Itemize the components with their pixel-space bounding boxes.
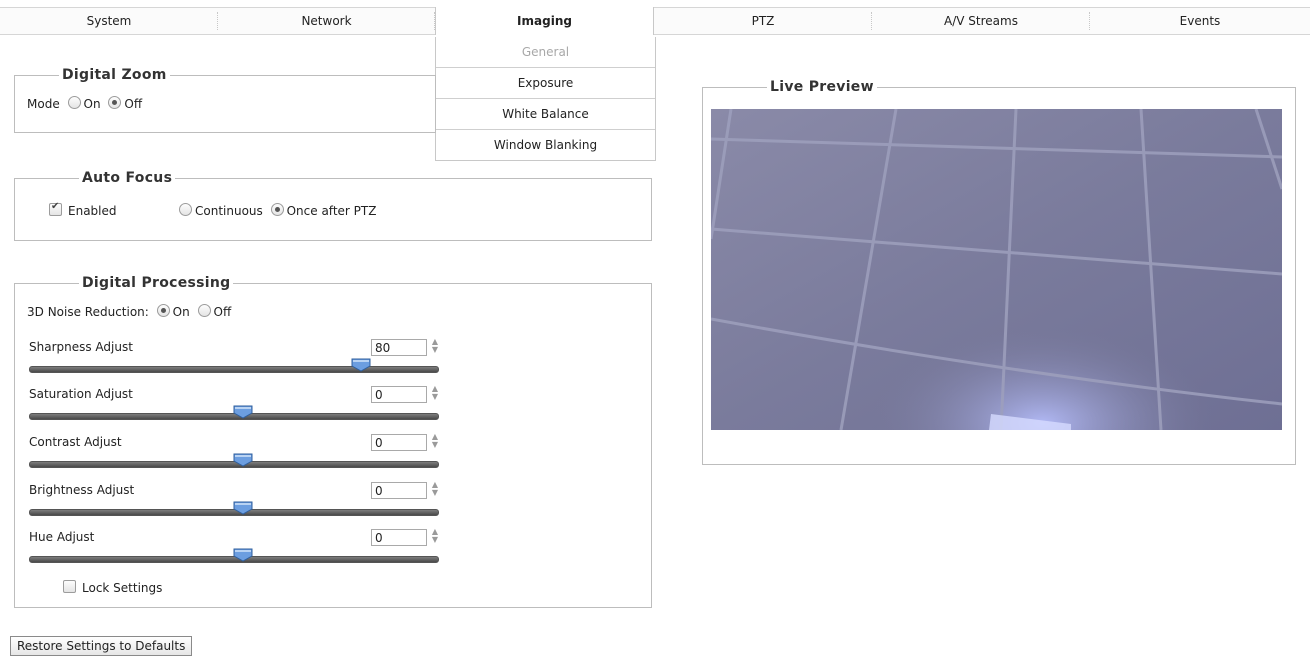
nr-off-radio[interactable]	[197, 304, 211, 317]
submenu-item-exposure[interactable]: Exposure	[436, 68, 655, 99]
hue-label: Hue Adjust	[29, 530, 95, 544]
tab-label: PTZ	[751, 14, 775, 28]
up-down-arrows-icon[interactable]: ▲ ▼	[430, 528, 440, 546]
tab-label: Events	[1179, 14, 1221, 28]
zoom-on-label: On	[83, 97, 101, 111]
digital-zoom-legend: Digital Zoom	[59, 67, 170, 83]
lock-settings-label: Lock Settings	[82, 581, 163, 595]
tab-network[interactable]: Network	[218, 8, 435, 34]
af-enabled-label: Enabled	[68, 204, 117, 218]
tab-av-streams[interactable]: A/V Streams	[872, 8, 1090, 34]
af-once-label: Once after PTZ	[286, 204, 377, 218]
noise-reduction-row: 3D Noise Reduction: On Off	[27, 304, 231, 319]
zoom-off-label: Off	[124, 97, 143, 111]
lock-settings-checkbox[interactable]	[63, 580, 76, 593]
main-tab-bar: System Network Imaging PTZ A/V Streams E…	[0, 7, 1310, 35]
up-down-arrows-icon[interactable]: ▲ ▼	[430, 385, 440, 403]
submenu-item-window-blanking[interactable]: Window Blanking	[436, 130, 655, 160]
mode-label: Mode	[27, 97, 60, 111]
nr-off-label: Off	[213, 305, 232, 319]
sharpness-slider-handle[interactable]	[351, 358, 371, 372]
tab-events[interactable]: Events	[1090, 8, 1310, 34]
sharpness-label: Sharpness Adjust	[29, 340, 133, 354]
up-down-arrows-icon[interactable]: ▲ ▼	[430, 481, 440, 499]
brightness-label: Brightness Adjust	[29, 483, 135, 497]
tab-label: System	[86, 14, 132, 28]
contrast-input[interactable]: 0	[371, 434, 427, 451]
imaging-submenu: General Exposure White Balance Window Bl…	[435, 37, 656, 161]
saturation-input[interactable]: 0	[371, 386, 427, 403]
nr-on-label: On	[172, 305, 190, 319]
submenu-item-white-balance[interactable]: White Balance	[436, 99, 655, 130]
digital-processing-legend: Digital Processing	[79, 275, 234, 291]
sharpness-slider-track[interactable]	[29, 366, 439, 373]
tab-ptz[interactable]: PTZ	[654, 8, 872, 34]
af-once-radio[interactable]	[270, 203, 284, 216]
digital-zoom-fieldset: Digital Zoom Mode On Off	[14, 67, 436, 133]
brightness-slider-handle[interactable]	[233, 501, 253, 515]
auto-focus-fieldset: Auto Focus Enabled Continuous Once after…	[14, 170, 652, 241]
hue-input[interactable]: 0	[371, 529, 427, 546]
up-down-arrows-icon[interactable]: ▲ ▼	[430, 433, 440, 451]
zoom-on-radio[interactable]	[67, 96, 81, 109]
af-enabled-row: Enabled	[49, 201, 117, 218]
contrast-slider-handle[interactable]	[233, 453, 253, 467]
restore-defaults-button[interactable]: Restore Settings to Defaults	[10, 636, 193, 656]
af-continuous-label: Continuous	[195, 204, 263, 218]
imaging-settings-page: System Network Imaging PTZ A/V Streams E…	[0, 0, 1310, 656]
sharpness-input[interactable]: 80	[371, 339, 427, 356]
af-continuous-radio[interactable]	[179, 203, 192, 216]
nr-label: 3D Noise Reduction:	[27, 305, 149, 319]
auto-focus-legend: Auto Focus	[79, 170, 176, 186]
brightness-input[interactable]: 0	[371, 482, 427, 499]
af-mode-row: Continuous Once after PTZ	[175, 203, 376, 218]
up-down-arrows-icon[interactable]: ▲ ▼	[430, 338, 440, 356]
tab-imaging[interactable]: Imaging	[435, 7, 654, 35]
saturation-label: Saturation Adjust	[29, 387, 133, 401]
digital-zoom-mode-row: Mode On Off	[27, 96, 142, 111]
tab-system[interactable]: System	[0, 8, 218, 34]
zoom-off-radio[interactable]	[108, 96, 122, 109]
camera-feed-image	[711, 109, 1282, 430]
nr-on-radio[interactable]	[156, 304, 170, 317]
af-enabled-checkbox[interactable]	[49, 201, 62, 216]
live-preview-legend: Live Preview	[767, 79, 877, 95]
digital-processing-fieldset: Digital Processing 3D Noise Reduction: O…	[14, 275, 652, 608]
live-preview-video[interactable]	[711, 109, 1282, 430]
saturation-slider-handle[interactable]	[233, 405, 253, 419]
submenu-item-general[interactable]: General	[436, 37, 655, 68]
tab-label: Network	[301, 14, 352, 28]
tab-label: A/V Streams	[944, 14, 1018, 28]
lock-settings-row: Lock Settings	[63, 580, 162, 595]
contrast-label: Contrast Adjust	[29, 435, 122, 449]
hue-slider-handle[interactable]	[233, 548, 253, 562]
tab-label: Imaging	[517, 14, 572, 28]
